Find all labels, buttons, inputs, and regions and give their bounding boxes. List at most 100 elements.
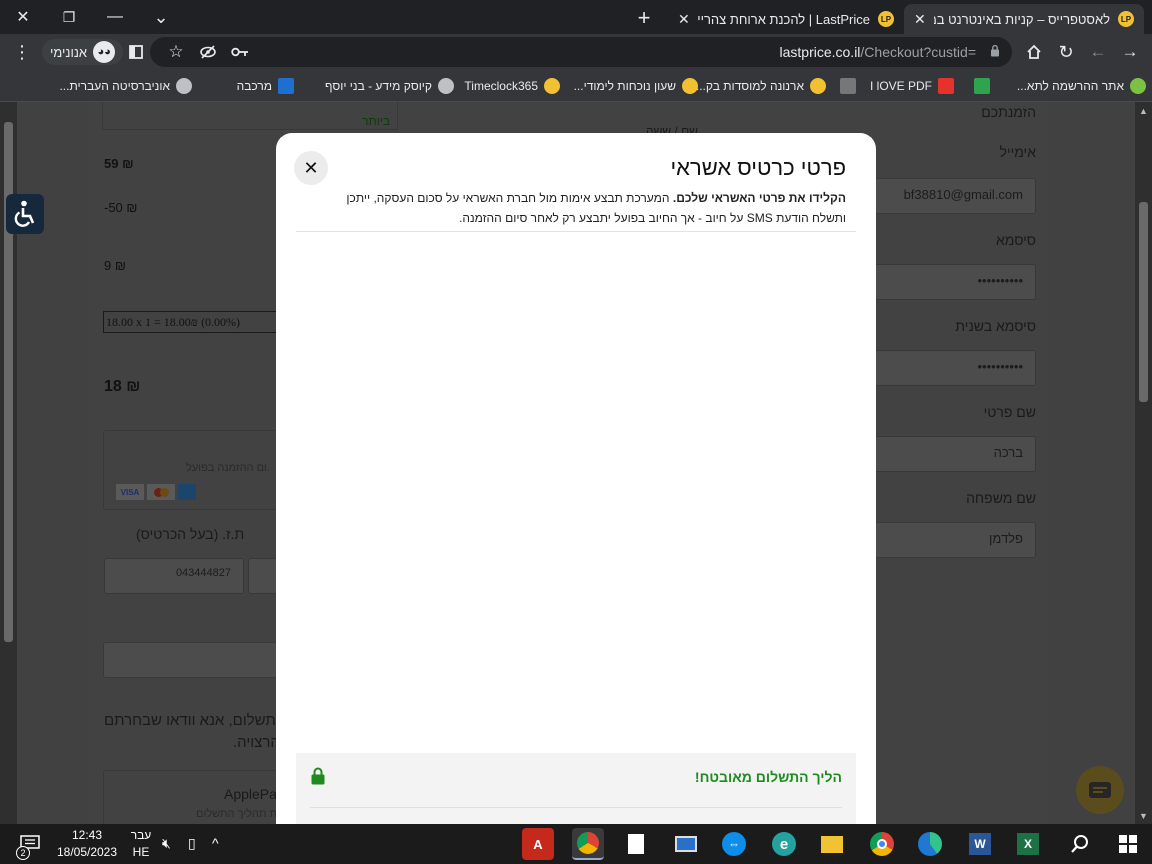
bookmark-label: אוניברסיטה העברית... bbox=[59, 79, 170, 93]
card-note: ום ההזמנה בפועל. bbox=[186, 462, 270, 474]
secure-payment-box: הליך התשלום מאובטח! bbox=[296, 753, 856, 824]
lastprice-favicon-icon: LP bbox=[878, 11, 894, 27]
invited-label: הזמנתכם bbox=[981, 104, 1036, 120]
modal-divider bbox=[296, 231, 856, 232]
chat-button[interactable] bbox=[1076, 766, 1124, 814]
menu-kebab-icon[interactable]: ⋮ bbox=[8, 38, 36, 66]
tab-lastprice-lunch[interactable]: LP LastPrice | להכנת ארוחת צהריים ✕ bbox=[668, 4, 904, 34]
password-again-label: סיסמא בשנית bbox=[955, 318, 1036, 334]
address-bar[interactable]: ☆ lastprice.co.il/Checkout?custid= bbox=[150, 37, 1012, 67]
lock-icon[interactable] bbox=[990, 44, 1000, 60]
reload-icon[interactable]: ↻ bbox=[1052, 38, 1080, 66]
bookmark-attendance[interactable]: שעון נוכחות לימודי... bbox=[574, 76, 698, 96]
edge-legacy-taskbar-icon[interactable]: e bbox=[768, 828, 800, 860]
bookmark-ilovepdf[interactable]: I lOVE PDF bbox=[870, 76, 954, 96]
chevron-up-icon[interactable]: ^ bbox=[212, 835, 219, 851]
scroll-down-icon[interactable]: ▼ bbox=[1135, 807, 1152, 824]
lock-icon bbox=[310, 767, 326, 785]
scroll-up-icon[interactable]: ▲ bbox=[1135, 102, 1152, 119]
url-path: /Checkout?custid= bbox=[860, 44, 976, 60]
home-icon[interactable] bbox=[1020, 38, 1048, 66]
payment-iframe-area[interactable] bbox=[296, 243, 856, 743]
remote-desktop-taskbar-icon[interactable] bbox=[670, 828, 702, 860]
bookmark-merkava[interactable]: מרכבה bbox=[237, 76, 294, 96]
volume-muted-icon[interactable]: 🔇︎ bbox=[162, 835, 171, 852]
clock-time: 12:43 bbox=[71, 828, 103, 842]
bookmark-huji[interactable]: אוניברסיטה העברית... bbox=[59, 76, 192, 96]
bookmarks-bar: אתר ההרשמה לתא... I lOVE PDF ארנונה למוס… bbox=[0, 70, 1152, 102]
incognito-label: אנונימי bbox=[50, 44, 88, 60]
close-tab-icon[interactable]: ✕ bbox=[914, 11, 926, 28]
app-icon bbox=[840, 78, 856, 94]
url-text: lastprice.co.il/Checkout?custid= bbox=[780, 44, 977, 60]
side-panel-icon[interactable] bbox=[122, 38, 150, 66]
bookmark-star-icon[interactable]: ☆ bbox=[162, 38, 190, 66]
scrollbar-thumb[interactable] bbox=[1139, 202, 1148, 402]
lastprice-favicon-icon: LP bbox=[1118, 11, 1134, 27]
secure-divider bbox=[310, 807, 842, 808]
applepay-note: ת תהליך התשלום bbox=[196, 808, 278, 820]
teamviewer-taskbar-icon[interactable]: ⇔ bbox=[718, 828, 750, 860]
clock[interactable]: 12:43 18/05/2023 bbox=[56, 827, 118, 861]
tracking-blocked-eye-icon[interactable] bbox=[194, 38, 222, 66]
sap-icon bbox=[278, 78, 294, 94]
notifications-button[interactable]: 2 bbox=[14, 828, 46, 860]
chrome-profile-taskbar-icon[interactable] bbox=[572, 828, 604, 860]
modal-close-button[interactable]: ✕ bbox=[294, 151, 328, 185]
close-window-button[interactable]: ✕ bbox=[0, 0, 46, 34]
minimize-icon: — bbox=[107, 8, 123, 25]
key-icon[interactable] bbox=[226, 38, 254, 66]
battery-icon[interactable]: ▯ bbox=[188, 835, 196, 852]
right-scrollbar[interactable]: ▲ ▼ bbox=[1135, 102, 1152, 824]
bookmark-sheets[interactable] bbox=[968, 76, 990, 96]
payment-text-2: הרצויה. bbox=[233, 734, 280, 751]
new-tab-button[interactable]: + bbox=[630, 4, 658, 32]
bookmark-kiosk[interactable]: קיוסק מידע - בני יוסף bbox=[325, 76, 454, 96]
restore-window-button[interactable]: ❐ bbox=[46, 0, 92, 34]
password-label: סיסמא bbox=[996, 232, 1036, 248]
edge-taskbar-icon[interactable] bbox=[914, 828, 946, 860]
forward-arrow-icon[interactable]: ← bbox=[1084, 38, 1112, 66]
bookmark-favicon-icon bbox=[810, 78, 826, 94]
bookmark-label: Timeclock365 bbox=[464, 79, 538, 93]
close-icon: ✕ bbox=[303, 157, 319, 178]
file-explorer-taskbar-icon[interactable] bbox=[816, 828, 848, 860]
language-top: עבר bbox=[130, 828, 152, 842]
bookmark-label: מרכבה bbox=[236, 79, 272, 93]
chrome-taskbar-icon[interactable] bbox=[866, 828, 898, 860]
acrobat-taskbar-icon[interactable]: A bbox=[522, 828, 554, 860]
id-field[interactable]: 043444827 bbox=[104, 558, 244, 594]
accessibility-button[interactable] bbox=[6, 194, 44, 234]
tab-lastprice-home[interactable]: LP לאסטפרייס – קניות באינטרנט במחיר ✕ bbox=[904, 4, 1144, 34]
tab-strip: ✕ ❐ — ⌄ + LP LastPrice | להכנת ארוחת צהר… bbox=[0, 0, 1152, 34]
close-tab-icon[interactable]: ✕ bbox=[678, 11, 690, 28]
summary-box bbox=[102, 102, 398, 130]
bookmark-arnona[interactable]: ארנונה למוסדות בק... bbox=[696, 76, 826, 96]
excel-taskbar-icon[interactable]: X bbox=[1012, 828, 1044, 860]
search-icon[interactable] bbox=[1064, 828, 1096, 860]
notification-count: 2 bbox=[16, 846, 30, 860]
price-line-1: 59 ₪ bbox=[104, 156, 134, 171]
minimize-window-button[interactable]: — bbox=[92, 0, 138, 34]
bookmark-timeclock[interactable]: Timeclock365 bbox=[464, 76, 560, 96]
tab-title: LastPrice | להכנת ארוחת צהריים bbox=[697, 11, 870, 27]
document-taskbar-icon[interactable] bbox=[620, 828, 652, 860]
bookmark-label: קיוסק מידע - בני יוסף bbox=[324, 79, 432, 93]
bookmark-registration[interactable]: אתר ההרשמה לתא... bbox=[1017, 76, 1146, 96]
bookmark-label: אתר ההרשמה לתא... bbox=[1016, 79, 1124, 93]
language-indicator[interactable]: עבר HE bbox=[128, 827, 154, 861]
modal-title: פרטי כרטיס אשראי bbox=[670, 155, 846, 180]
payment-text-1: התשלום, אנא וודאו שבחרתם bbox=[104, 712, 286, 729]
card-field[interactable] bbox=[248, 558, 278, 594]
word-taskbar-icon[interactable]: W bbox=[964, 828, 996, 860]
applepay-label: ApplePay bbox=[224, 786, 284, 802]
tab-search-button[interactable]: ⌄ bbox=[138, 0, 184, 34]
coupon-field[interactable] bbox=[103, 642, 283, 678]
bookmark-app[interactable] bbox=[834, 76, 856, 96]
total-price: 18 ₪ bbox=[104, 378, 141, 395]
wheelchair-icon bbox=[14, 200, 35, 227]
windows-start-icon[interactable] bbox=[1112, 828, 1144, 860]
heart-icon bbox=[938, 78, 954, 94]
back-arrow-icon[interactable]: → bbox=[1116, 38, 1144, 66]
incognito-badge[interactable]: ◕◕ אנונימי bbox=[42, 39, 124, 65]
